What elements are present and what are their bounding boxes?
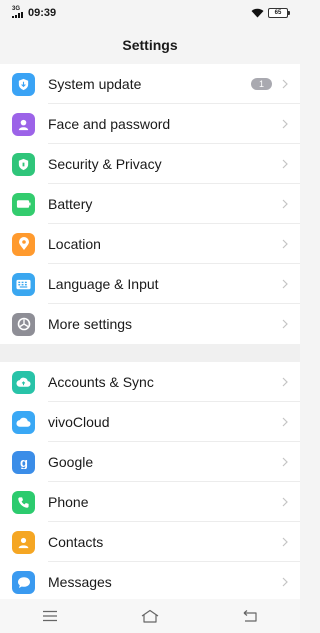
settings-item-vivocloud[interactable]: vivoCloud <box>0 402 300 442</box>
phone-icon <box>12 490 35 514</box>
navigation-bar <box>0 599 300 633</box>
settings-item-location[interactable]: Location <box>0 224 300 264</box>
page-title: Settings <box>122 37 178 53</box>
settings-item-more-settings[interactable]: More settings <box>0 304 300 344</box>
status-bar: 3G 09:39 65 <box>0 0 300 26</box>
settings-item-label: Accounts & Sync <box>48 374 154 390</box>
message-icon <box>12 570 35 594</box>
chevron-right-icon <box>282 457 288 467</box>
chevron-right-icon <box>282 119 288 129</box>
status-left: 3G 09:39 <box>12 6 57 19</box>
settings-item-google[interactable]: g Google <box>0 442 300 482</box>
settings-item-phone[interactable]: Phone <box>0 482 300 522</box>
clock: 09:39 <box>28 7 57 19</box>
settings-item-contacts[interactable]: Contacts <box>0 522 300 562</box>
settings-item-label: Contacts <box>48 534 104 550</box>
signal-indicator: 3G <box>12 6 23 18</box>
settings-item-label: Battery <box>48 196 93 212</box>
settings-item-label: System update <box>48 76 142 92</box>
chevron-right-icon <box>282 319 288 329</box>
settings-item-label: Language & Input <box>48 276 159 292</box>
update-count-badge: 1 <box>250 78 272 90</box>
settings-item-system-update[interactable]: System update 1 <box>0 64 300 104</box>
settings-item-label: Security & Privacy <box>48 156 162 172</box>
settings-screen: 3G 09:39 65 Settings System update 1 Face … <box>0 0 300 633</box>
face-password-icon <box>12 112 35 136</box>
shield-icon <box>12 152 35 176</box>
chevron-right-icon <box>282 417 288 427</box>
chevron-right-icon <box>282 79 288 89</box>
settings-item-label: Location <box>48 236 101 252</box>
chevron-right-icon <box>282 279 288 289</box>
settings-item-face-and-password[interactable]: Face and password <box>0 104 300 144</box>
back-icon <box>243 610 257 622</box>
cloud-icon <box>12 410 35 434</box>
home-icon <box>141 609 159 623</box>
settings-item-messages[interactable]: Messages <box>0 562 300 602</box>
chevron-right-icon <box>282 239 288 249</box>
system-update-icon <box>12 72 35 96</box>
settings-item-label: vivoCloud <box>48 414 110 430</box>
settings-item-label: Face and password <box>48 116 171 132</box>
svg-text:g: g <box>20 455 28 469</box>
chevron-right-icon <box>282 577 288 587</box>
settings-item-battery[interactable]: Battery <box>0 184 300 224</box>
location-pin-icon <box>12 232 35 256</box>
settings-item-accounts-and-sync[interactable]: Accounts & Sync <box>0 362 300 402</box>
contacts-icon <box>12 530 35 554</box>
keyboard-icon <box>12 272 35 296</box>
back-button[interactable] <box>230 601 270 631</box>
chevron-right-icon <box>282 199 288 209</box>
menu-icon <box>43 610 57 622</box>
status-right: 65 <box>251 8 290 18</box>
wifi-icon <box>251 8 264 18</box>
settings-item-security-and-privacy[interactable]: Security & Privacy <box>0 144 300 184</box>
header: Settings <box>0 26 300 64</box>
settings-list: System update 1 Face and password Security … <box>0 64 300 602</box>
settings-item-label: Messages <box>48 574 112 590</box>
settings-group: Accounts & Sync vivoCloud g Google Phone Cont… <box>0 362 300 602</box>
menu-button[interactable] <box>30 601 70 631</box>
chevron-right-icon <box>282 159 288 169</box>
settings-item-language-and-input[interactable]: Language & Input <box>0 264 300 304</box>
settings-item-label: Google <box>48 454 94 470</box>
google-icon: g <box>12 450 35 474</box>
chevron-right-icon <box>282 377 288 387</box>
section-divider <box>0 344 300 362</box>
signal-bars-icon <box>12 12 23 18</box>
settings-group: System update 1 Face and password Security … <box>0 64 300 344</box>
battery-indicator: 65 <box>268 8 290 18</box>
settings-item-label: Phone <box>48 494 89 510</box>
home-button[interactable] <box>130 601 170 631</box>
gear-icon <box>12 312 35 336</box>
settings-item-label: More settings <box>48 316 133 332</box>
chevron-right-icon <box>282 537 288 547</box>
chevron-right-icon <box>282 497 288 507</box>
battery-icon <box>12 192 35 216</box>
cloud-sync-icon <box>12 370 35 394</box>
